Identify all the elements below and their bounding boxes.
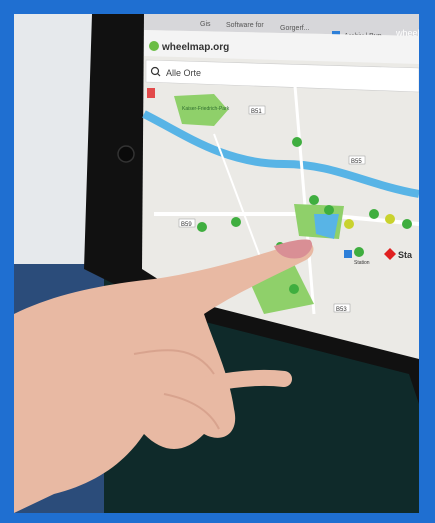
closed-marker-icon[interactable]: [147, 88, 155, 98]
tab-2[interactable]: Software for: [226, 22, 264, 29]
tab-1[interactable]: Gis: [200, 21, 211, 28]
map-marker[interactable]: [385, 214, 395, 224]
station-small-label: Station: [354, 260, 370, 266]
photo-frame: Gis Software for Gorgerf... Archiv | Bun…: [0, 0, 435, 523]
road-shield-1: B51: [251, 109, 262, 115]
park-label: Kaiser-Friedrich-Park: [182, 106, 230, 112]
map-marker[interactable]: [354, 247, 364, 257]
search-placeholder: Alle Orte: [166, 68, 201, 78]
photo-scene: Gis Software for Gorgerf... Archiv | Bun…: [14, 14, 419, 513]
map-marker[interactable]: [309, 195, 319, 205]
map-marker[interactable]: [292, 137, 302, 147]
road-shield-3: B59: [181, 222, 192, 228]
map-marker[interactable]: [231, 217, 241, 227]
tablet-camera: [117, 145, 135, 163]
finger: [201, 369, 292, 392]
map-marker[interactable]: [197, 222, 207, 232]
map-marker[interactable]: [289, 284, 299, 294]
station-label: Sta: [398, 250, 413, 260]
map-marker[interactable]: [324, 205, 334, 215]
road-shield-4: B53: [336, 307, 347, 313]
map-marker[interactable]: [369, 209, 379, 219]
tab-3[interactable]: Gorgerf...: [280, 25, 310, 32]
wheelmap-logo-icon: [149, 41, 159, 51]
road-shield-2: B55: [351, 159, 362, 165]
transit-marker-icon[interactable]: [344, 250, 352, 258]
map-marker[interactable]: [402, 219, 412, 229]
site-title: wheelmap.org: [161, 42, 229, 53]
map-marker[interactable]: [344, 219, 354, 229]
photograph: Gis Software for Gorgerf... Archiv | Bun…: [14, 14, 419, 513]
